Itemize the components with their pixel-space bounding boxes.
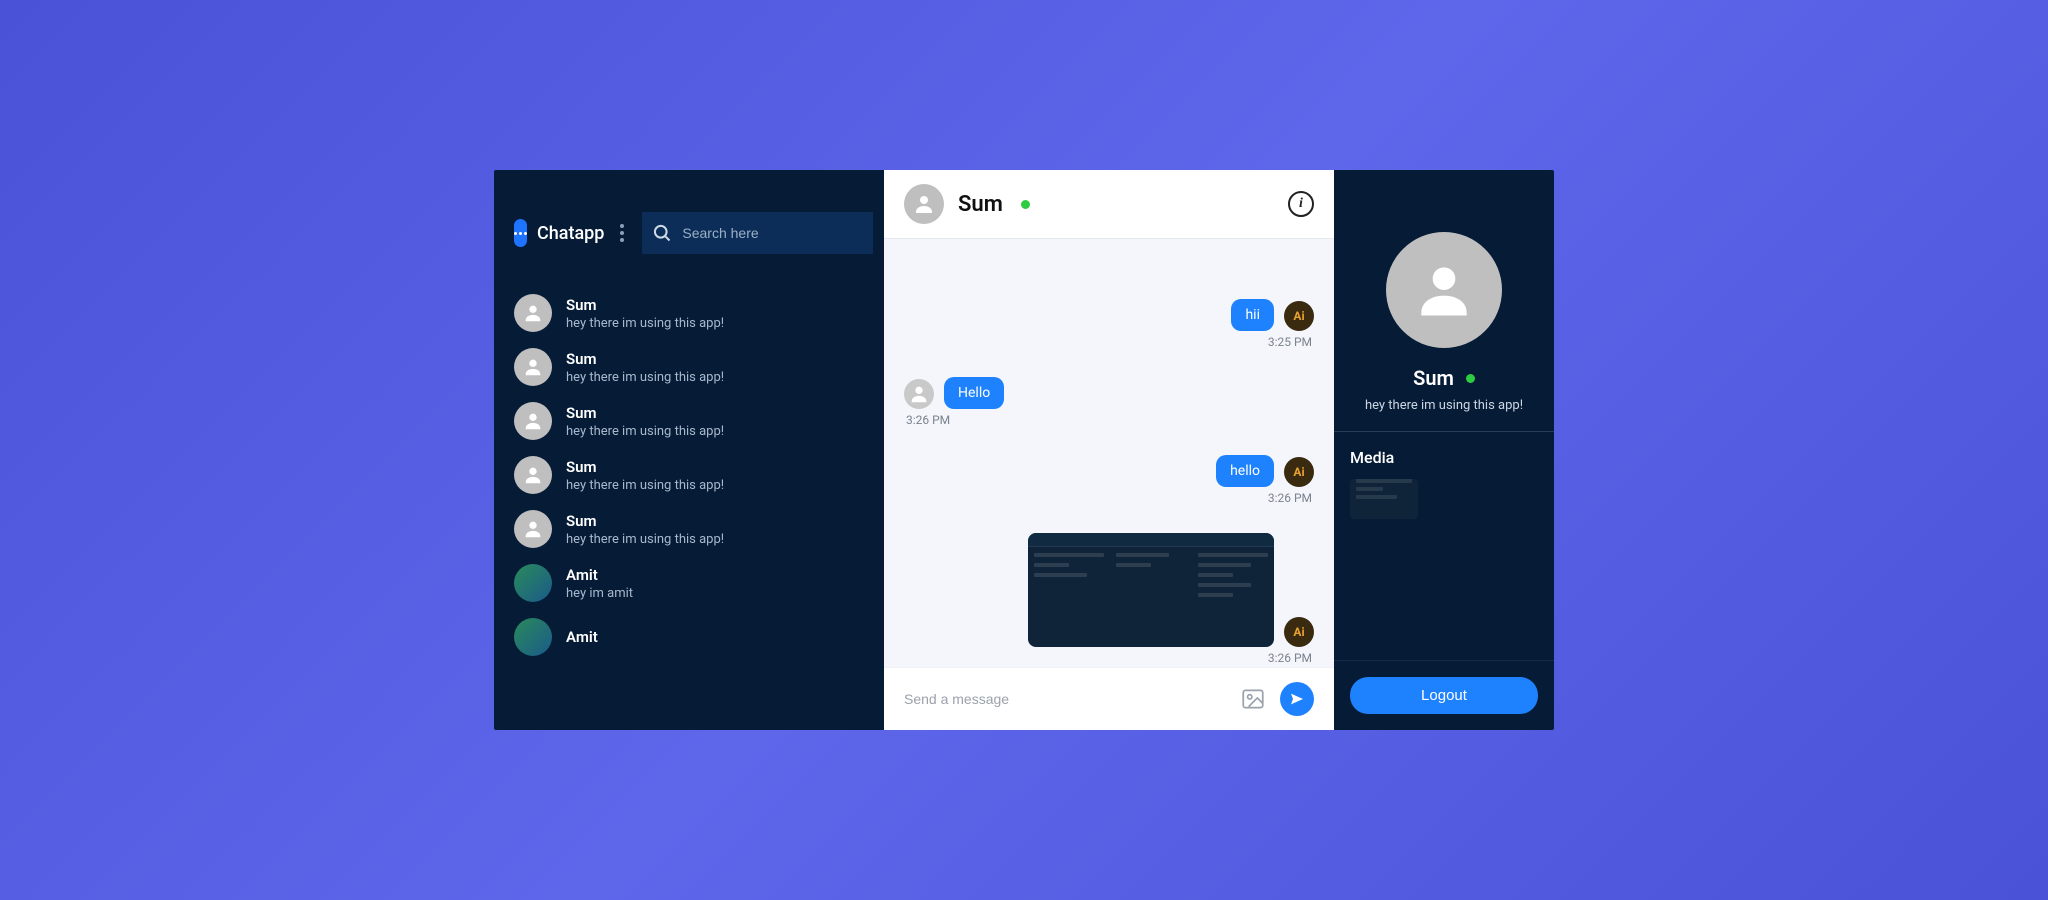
sender-avatar-ai: Ai <box>1284 457 1314 487</box>
contact-name: Sum <box>566 512 724 530</box>
app-name: Chatapp <box>537 223 604 244</box>
message-bubble: hii <box>1231 299 1274 331</box>
message-right: Ai 3:26 PM <box>904 533 1314 665</box>
app-logo-icon <box>514 219 527 247</box>
profile-name: Sum <box>1413 366 1454 390</box>
messages-list: hiiAi3:25 PMHello3:26 PMhelloAi3:26 PMAi… <box>884 239 1334 667</box>
contact-info: Sum hey there im using this app! <box>566 350 724 385</box>
message-time: 3:25 PM <box>1268 335 1312 349</box>
search-field[interactable] <box>642 212 873 254</box>
chat-header: Sum i <box>884 170 1334 239</box>
contact-avatar <box>514 402 552 440</box>
peer-avatar <box>904 184 944 224</box>
message-time: 3:26 PM <box>1268 491 1312 505</box>
profile-status-text: hey there im using this app! <box>1365 398 1523 413</box>
message-time: 3:26 PM <box>906 413 950 427</box>
contact-avatar <box>514 618 552 656</box>
info-button[interactable]: i <box>1288 191 1314 217</box>
profile-panel: Sum hey there im using this app! Media L… <box>1334 170 1554 730</box>
message-right: hii Ai 3:25 PM <box>904 299 1314 349</box>
contact-item[interactable]: Sum hey there im using this app! <box>494 502 884 556</box>
contact-item[interactable]: Amit <box>494 610 884 664</box>
more-menu-icon[interactable] <box>620 224 624 242</box>
chat-panel: Sum i hii Ai 3:25 PM Hello 3:26 PM hello Ai 3:2… <box>884 170 1334 730</box>
contact-preview: hey there im using this app! <box>566 478 724 493</box>
message-input[interactable] <box>904 691 1226 707</box>
contact-name: Sum <box>566 296 724 314</box>
contact-item[interactable]: Sum hey there im using this app! <box>494 394 884 448</box>
media-section: Media <box>1334 432 1554 661</box>
contact-info: Sum hey there im using this app! <box>566 458 724 493</box>
sidebar-header: Chatapp <box>494 170 884 268</box>
contact-preview: hey there im using this app! <box>566 424 724 439</box>
profile-summary: Sum hey there im using this app! <box>1334 170 1554 432</box>
contact-info: Amit <box>566 628 598 646</box>
contact-preview: hey there im using this app! <box>566 532 724 547</box>
search-input[interactable] <box>682 225 863 241</box>
contact-preview: hey there im using this app! <box>566 370 724 385</box>
profile-name-row: Sum <box>1413 366 1475 390</box>
contact-item[interactable]: Sum hey there im using this app! <box>494 340 884 394</box>
contact-name: Sum <box>566 350 724 368</box>
contact-info: Sum hey there im using this app! <box>566 404 724 439</box>
contact-avatar <box>514 294 552 332</box>
contact-avatar <box>514 564 552 602</box>
message-image[interactable] <box>1028 533 1274 647</box>
contact-item[interactable]: Sum hey there im using this app! <box>494 286 884 340</box>
contact-preview: hey im amit <box>566 586 633 601</box>
contact-preview: hey there im using this app! <box>566 316 724 331</box>
contact-item[interactable]: Sum hey there im using this app! <box>494 448 884 502</box>
message-bubble: hello <box>1216 455 1274 487</box>
sender-avatar-ai: Ai <box>1284 617 1314 647</box>
contact-avatar <box>514 510 552 548</box>
send-button[interactable] <box>1280 682 1314 716</box>
chat-input-bar <box>884 667 1334 730</box>
contact-avatar <box>514 348 552 386</box>
send-icon <box>1289 691 1305 707</box>
search-icon <box>652 223 672 243</box>
chat-application: Chatapp Sumhey there im using this app!S… <box>494 170 1554 730</box>
attach-image-icon[interactable] <box>1240 686 1266 712</box>
media-heading: Media <box>1350 448 1538 467</box>
contact-name: Sum <box>566 458 724 476</box>
contact-avatar <box>514 456 552 494</box>
logout-section: Logout <box>1334 661 1554 730</box>
sender-avatar <box>904 379 934 409</box>
contact-name: Amit <box>566 566 633 584</box>
message-time: 3:26 PM <box>1268 651 1312 665</box>
contact-name: Sum <box>566 404 724 422</box>
logout-button[interactable]: Logout <box>1350 677 1538 714</box>
contact-info: Sum hey there im using this app! <box>566 296 724 331</box>
sender-avatar-ai: Ai <box>1284 301 1314 331</box>
message-bubble: Hello <box>944 377 1004 409</box>
peer-name: Sum <box>958 192 1003 217</box>
contacts-list: Sum hey there im using this app! Sum hey th… <box>494 268 884 674</box>
contact-name: Amit <box>566 628 598 646</box>
message-left: Hello 3:26 PM <box>904 377 1314 427</box>
contact-info: Sum hey there im using this app! <box>566 512 724 547</box>
sidebar: Chatapp Sumhey there im using this app!S… <box>494 170 884 730</box>
contact-info: Amit hey im amit <box>566 566 633 601</box>
profile-online-dot <box>1466 374 1475 383</box>
media-thumbnail[interactable] <box>1350 479 1418 519</box>
profile-avatar <box>1386 232 1502 348</box>
contact-item[interactable]: Amit hey im amit <box>494 556 884 610</box>
message-right: hello Ai 3:26 PM <box>904 455 1314 505</box>
online-status-dot <box>1021 200 1030 209</box>
